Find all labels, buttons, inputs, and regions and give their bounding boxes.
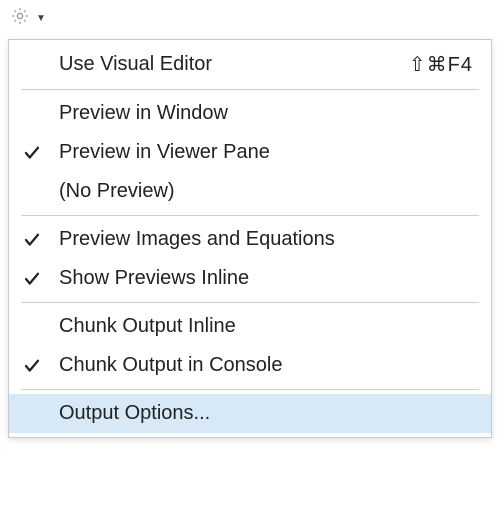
menu-item-output-options[interactable]: Output Options... (9, 394, 491, 433)
menu-item-label: Use Visual Editor (59, 53, 409, 76)
menu-separator (21, 215, 479, 216)
settings-menu: Use Visual Editor ⇧⌘F4 Preview in Window… (8, 39, 492, 438)
menu-item-preview-in-viewer-pane[interactable]: Preview in Viewer Pane (9, 133, 491, 172)
menu-item-chunk-output-console[interactable]: Chunk Output in Console (9, 346, 491, 385)
menu-item-label: Output Options... (59, 402, 473, 425)
menu-item-label: Chunk Output Inline (59, 315, 473, 338)
menu-item-label: Preview in Window (59, 102, 473, 125)
menu-item-use-visual-editor[interactable]: Use Visual Editor ⇧⌘F4 (9, 44, 491, 85)
menu-item-label: Preview Images and Equations (59, 228, 473, 251)
toolbar: ▼ (0, 0, 500, 37)
menu-separator (21, 302, 479, 303)
menu-item-shortcut: ⇧⌘F4 (409, 52, 473, 77)
menu-item-chunk-output-inline[interactable]: Chunk Output Inline (9, 307, 491, 346)
menu-item-show-previews-inline[interactable]: Show Previews Inline (9, 259, 491, 298)
menu-separator (21, 89, 479, 90)
menu-item-preview-images-equations[interactable]: Preview Images and Equations (9, 220, 491, 259)
gear-icon[interactable] (10, 6, 30, 31)
check-icon (23, 144, 59, 162)
menu-item-preview-in-window[interactable]: Preview in Window (9, 94, 491, 133)
menu-item-label: Preview in Viewer Pane (59, 141, 473, 164)
menu-item-label: (No Preview) (59, 180, 473, 203)
menu-item-label: Show Previews Inline (59, 267, 473, 290)
dropdown-caret-icon[interactable]: ▼ (36, 13, 46, 24)
check-icon (23, 231, 59, 249)
menu-item-no-preview[interactable]: (No Preview) (9, 172, 491, 211)
menu-item-label: Chunk Output in Console (59, 354, 473, 377)
check-icon (23, 270, 59, 288)
menu-separator (21, 389, 479, 390)
check-icon (23, 357, 59, 375)
